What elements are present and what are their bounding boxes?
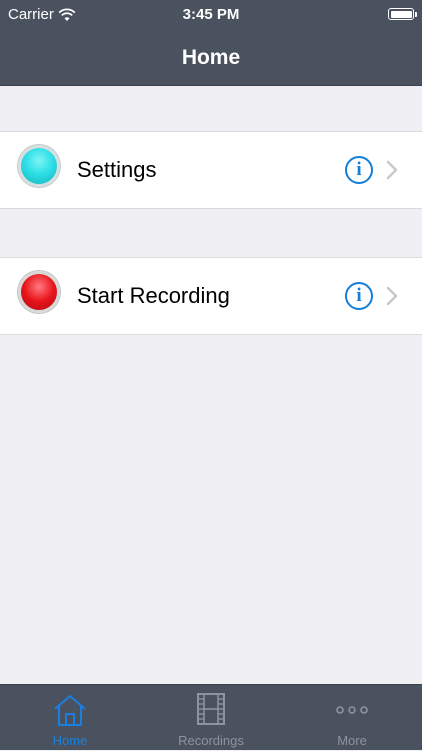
battery-tip bbox=[415, 12, 417, 17]
record-dot-icon bbox=[18, 271, 60, 313]
tab-home[interactable]: Home bbox=[0, 685, 140, 751]
navigation-bar: Home bbox=[0, 30, 422, 86]
chevron-right-icon bbox=[386, 286, 398, 306]
settings-label: Settings bbox=[77, 157, 157, 182]
chevron-right-icon bbox=[386, 160, 398, 180]
home-icon bbox=[54, 695, 86, 726]
start-recording-label: Start Recording bbox=[77, 283, 230, 308]
content-area: Settings i Start Recording i bbox=[0, 86, 422, 684]
tab-bar: Home Recordings More bbox=[0, 684, 422, 750]
tab-recordings[interactable]: Recordings bbox=[141, 685, 281, 751]
settings-row[interactable]: Settings i bbox=[0, 131, 422, 209]
page-title: Home bbox=[181, 45, 241, 69]
tab-more[interactable]: More bbox=[282, 685, 422, 751]
film-icon bbox=[197, 693, 225, 725]
battery-icon bbox=[388, 8, 414, 20]
start-recording-row[interactable]: Start Recording i bbox=[0, 257, 422, 335]
tab-home-label: Home bbox=[52, 733, 88, 748]
status-bar: Carrier 3:45 PM bbox=[0, 0, 422, 30]
info-icon[interactable]: i bbox=[345, 282, 373, 310]
tab-recordings-label: Recordings bbox=[178, 733, 244, 748]
status-time: 3:45 PM bbox=[182, 6, 240, 23]
info-icon[interactable]: i bbox=[345, 156, 373, 184]
cyan-dot-icon bbox=[18, 145, 60, 187]
tab-more-label: More bbox=[337, 733, 367, 748]
more-dots-icon bbox=[336, 706, 368, 714]
